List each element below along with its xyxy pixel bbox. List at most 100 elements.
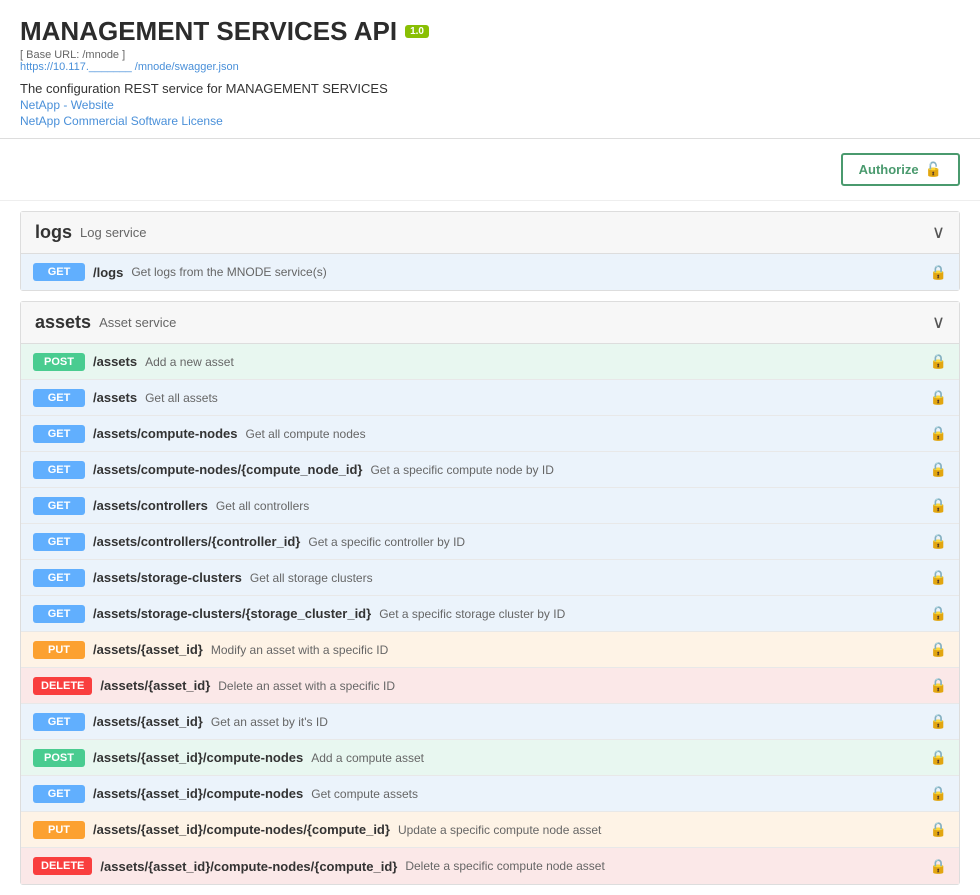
section-header-assets[interactable]: assets Asset service ∨ [21,302,959,344]
endpoint-summary: Delete a specific compute node asset [405,859,921,873]
method-badge-get: GET [33,785,85,803]
method-badge-get: GET [33,605,85,623]
endpoint-row[interactable]: POST /assets Add a new asset 🔒 [21,344,959,380]
section-description: Log service [80,225,146,240]
authorize-button[interactable]: Authorize 🔓 [841,153,960,186]
version-badge: 1.0 [405,25,429,38]
lock-icon: 🔒 [930,353,947,370]
method-badge-get: GET [33,497,85,515]
endpoint-path: /assets/controllers/{controller_id} [93,534,300,549]
endpoint-row[interactable]: POST /assets/{asset_id}/compute-nodes Ad… [21,740,959,776]
lock-icon: 🔒 [930,425,947,442]
section-tag: logs [35,222,72,243]
base-url: [ Base URL: /mnode ] https://10.117.____… [20,49,960,73]
endpoint-path: /assets [93,390,137,405]
endpoint-row[interactable]: PUT /assets/{asset_id}/compute-nodes/{co… [21,812,959,848]
endpoint-summary: Get compute assets [311,787,921,801]
lock-icon: 🔒 [930,605,947,622]
method-badge-get: GET [33,713,85,731]
endpoint-row[interactable]: GET /assets/controllers Get all controll… [21,488,959,524]
method-badge-post: POST [33,749,85,767]
lock-icon: 🔒 [930,749,947,766]
lock-icon: 🔒 [930,713,947,730]
endpoint-summary: Modify an asset with a specific ID [211,643,922,657]
endpoint-path: /assets/storage-clusters [93,570,242,585]
lock-icon: 🔒 [930,785,947,802]
method-badge-get: GET [33,533,85,551]
endpoint-row[interactable]: GET /assets/{asset_id} Get an asset by i… [21,704,959,740]
endpoint-path: /assets/{asset_id} [100,678,210,693]
page-header: MANAGEMENT SERVICES API 1.0 [ Base URL: … [0,0,980,139]
endpoint-summary: Delete an asset with a specific ID [218,679,921,693]
endpoint-summary: Add a compute asset [311,751,921,765]
endpoint-summary: Get all assets [145,391,921,405]
method-badge-get: GET [33,461,85,479]
endpoint-row[interactable]: PUT /assets/{asset_id} Modify an asset w… [21,632,959,668]
endpoint-row[interactable]: DELETE /assets/{asset_id}/compute-nodes/… [21,848,959,884]
endpoint-path: /assets/compute-nodes/{compute_node_id} [93,462,362,477]
endpoint-summary: Get all storage clusters [250,571,922,585]
swagger-link[interactable]: https://10.117._______ /mnode/swagger.js… [20,61,239,73]
endpoint-row[interactable]: GET /logs Get logs from the MNODE servic… [21,254,959,290]
chevron-down-icon: ∨ [932,222,945,243]
endpoint-path: /assets/{asset_id} [93,642,203,657]
endpoint-row[interactable]: GET /assets/controllers/{controller_id} … [21,524,959,560]
lock-icon: 🔒 [930,264,947,281]
section-tag: assets [35,312,91,333]
endpoint-summary: Get all controllers [216,499,922,513]
method-badge-get: GET [33,425,85,443]
lock-icon: 🔒 [930,569,947,586]
endpoint-summary: Get an asset by it's ID [211,715,922,729]
links: NetApp - Website NetApp Commercial Softw… [20,98,960,128]
method-badge-get: GET [33,263,85,281]
endpoint-path: /assets/{asset_id}/compute-nodes [93,786,303,801]
endpoint-row[interactable]: GET /assets/{asset_id}/compute-nodes Get… [21,776,959,812]
netapp-website-link[interactable]: NetApp - Website [20,98,960,112]
endpoint-path: /assets/storage-clusters/{storage_cluste… [93,606,371,621]
endpoint-path: /assets/compute-nodes [93,426,238,441]
method-badge-get: GET [33,569,85,587]
endpoint-row[interactable]: GET /assets/storage-clusters Get all sto… [21,560,959,596]
section-header-left: assets Asset service [35,312,176,333]
endpoint-row[interactable]: GET /assets/compute-nodes Get all comput… [21,416,959,452]
lock-icon: 🔒 [930,533,947,550]
lock-icon: 🔒 [930,641,947,658]
section-assets: assets Asset service ∨ POST /assets Add … [20,301,960,885]
endpoint-path: /assets/{asset_id} [93,714,203,729]
chevron-down-icon: ∨ [932,312,945,333]
method-badge-post: POST [33,353,85,371]
lock-icon: 🔒 [930,497,947,514]
endpoint-row[interactable]: GET /assets/compute-nodes/{compute_node_… [21,452,959,488]
endpoint-row[interactable]: GET /assets Get all assets 🔒 [21,380,959,416]
endpoint-summary: Get all compute nodes [246,427,922,441]
endpoint-path: /assets/{asset_id}/compute-nodes [93,750,303,765]
description: The configuration REST service for MANAG… [20,81,960,96]
section-header-logs[interactable]: logs Log service ∨ [21,212,959,254]
endpoint-row[interactable]: GET /assets/storage-clusters/{storage_cl… [21,596,959,632]
endpoint-path: /assets/{asset_id}/compute-nodes/{comput… [93,822,390,837]
endpoint-summary: Update a specific compute node asset [398,823,922,837]
endpoint-path: /assets [93,354,137,369]
sections-container: logs Log service ∨ GET /logs Get logs fr… [0,211,980,885]
method-badge-get: GET [33,389,85,407]
endpoint-summary: Add a new asset [145,355,921,369]
method-badge-put: PUT [33,821,85,839]
endpoint-summary: Get a specific controller by ID [308,535,921,549]
method-badge-put: PUT [33,641,85,659]
authorize-bar: Authorize 🔓 [0,139,980,201]
lock-icon: 🔒 [930,821,947,838]
method-badge-delete: DELETE [33,677,92,695]
method-badge-delete: DELETE [33,857,92,875]
section-header-left: logs Log service [35,222,147,243]
section-logs: logs Log service ∨ GET /logs Get logs fr… [20,211,960,291]
endpoint-path: /assets/{asset_id}/compute-nodes/{comput… [100,859,397,874]
endpoint-path: /logs [93,265,123,280]
lock-icon: 🔒 [930,461,947,478]
endpoint-summary: Get a specific storage cluster by ID [379,607,921,621]
page-title: MANAGEMENT SERVICES API 1.0 [20,16,960,47]
lock-icon: 🔓 [925,161,942,178]
license-link[interactable]: NetApp Commercial Software License [20,114,960,128]
endpoint-row[interactable]: DELETE /assets/{asset_id} Delete an asse… [21,668,959,704]
lock-icon: 🔒 [930,389,947,406]
lock-icon: 🔒 [930,858,947,875]
